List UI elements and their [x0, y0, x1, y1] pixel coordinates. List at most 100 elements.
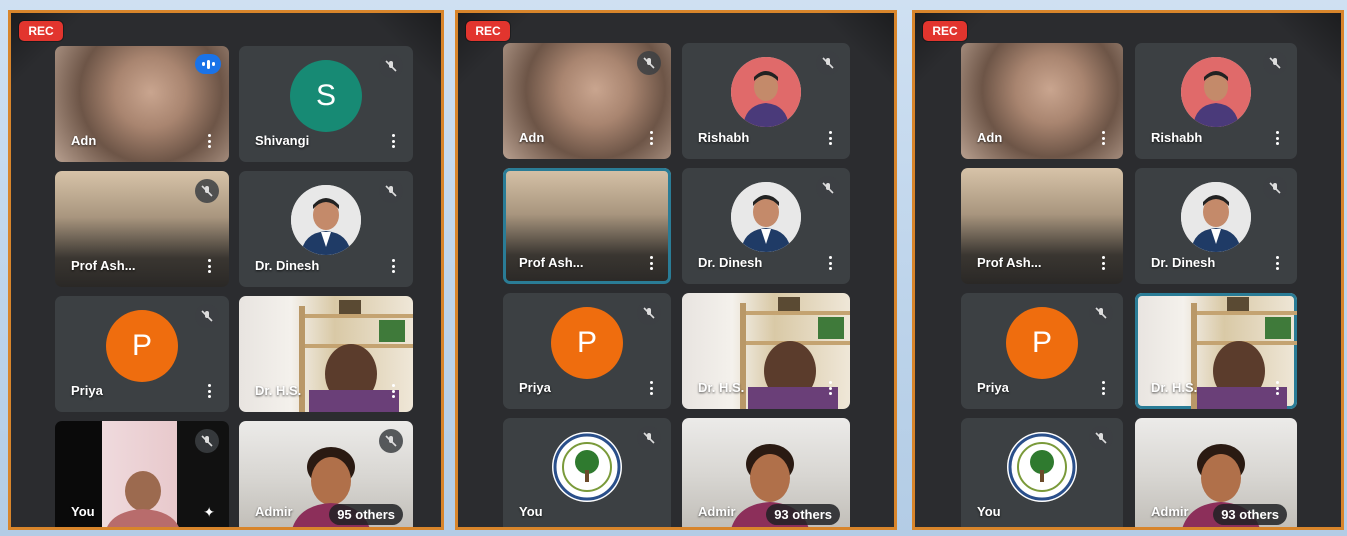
- institution-logo-icon: [1007, 431, 1077, 502]
- effects-icon[interactable]: ✦: [203, 504, 215, 521]
- more-options-icon[interactable]: [649, 381, 653, 395]
- participant-tile-admin[interactable]: Admir 93 others: [1135, 418, 1297, 527]
- more-options-icon[interactable]: [207, 259, 211, 273]
- participant-name: Adn: [71, 133, 97, 148]
- more-options-icon[interactable]: [649, 256, 653, 270]
- mic-off-icon: [637, 426, 661, 450]
- participant-tile-adn[interactable]: Adn: [55, 46, 229, 162]
- more-options-icon[interactable]: [649, 131, 653, 145]
- more-options-icon[interactable]: [391, 384, 395, 398]
- avatar: [291, 185, 361, 255]
- more-options-icon[interactable]: [1101, 131, 1105, 145]
- more-options-icon[interactable]: [1101, 381, 1105, 395]
- participant-tile-dr-dinesh[interactable]: Dr. Dinesh: [1135, 168, 1297, 284]
- more-options-icon[interactable]: [207, 384, 211, 398]
- participant-tile-you[interactable]: You: [503, 418, 671, 527]
- speaking-indicator-icon: [195, 54, 221, 74]
- meeting-screenshot-3: REC Adn Rishabh Prof Ash... Dr. Dinesh P…: [912, 10, 1344, 530]
- participant-tile-priya[interactable]: P Priya: [961, 293, 1123, 409]
- participant-name: Admir: [698, 504, 736, 519]
- participant-name: Adn: [977, 130, 1003, 145]
- more-options-icon[interactable]: [1275, 131, 1279, 145]
- participant-tile-admin[interactable]: Admir 95 others: [239, 421, 413, 527]
- mic-off-icon: [379, 54, 403, 78]
- mic-off-icon: [379, 179, 403, 203]
- others-count-badge[interactable]: 93 others: [766, 504, 840, 525]
- meeting-screenshot-2: REC Adn Rishabh Prof Ash... Dr. Dinesh P…: [455, 10, 897, 530]
- participant-tile-shivangi[interactable]: S Shivangi: [239, 46, 413, 162]
- mic-off-icon: [816, 176, 840, 200]
- participant-name: Shivangi: [255, 133, 310, 148]
- avatar: P: [106, 310, 178, 382]
- participant-tile-dr-hs[interactable]: Dr. H.S.: [1135, 293, 1297, 409]
- more-options-icon[interactable]: [828, 381, 832, 395]
- avatar: [1181, 182, 1251, 252]
- avatar: S: [290, 60, 362, 132]
- participant-name: Admir: [255, 504, 293, 519]
- more-options-icon[interactable]: [828, 131, 832, 145]
- participant-name: Dr. H.S.: [1151, 380, 1198, 395]
- institution-logo-icon: [552, 431, 622, 502]
- participant-name: You: [977, 504, 1001, 519]
- participant-name: You: [519, 504, 543, 519]
- mic-off-icon: [1089, 426, 1113, 450]
- participant-name: Priya: [977, 380, 1009, 395]
- participant-tile-dr-dinesh[interactable]: Dr. Dinesh: [682, 168, 850, 284]
- more-options-icon[interactable]: [391, 259, 395, 273]
- more-options-icon[interactable]: [1101, 256, 1105, 270]
- participant-tile-rishabh[interactable]: Rishabh: [1135, 43, 1297, 159]
- participant-name: Dr. Dinesh: [255, 258, 320, 273]
- participant-tile-adn[interactable]: Adn: [503, 43, 671, 159]
- participant-name: Dr. H.S.: [255, 383, 302, 398]
- mic-off-icon: [637, 51, 661, 75]
- recording-badge: REC: [19, 21, 63, 41]
- participant-tile-dr-dinesh[interactable]: Dr. Dinesh: [239, 171, 413, 287]
- recording-badge: REC: [466, 21, 510, 41]
- participant-name: Adn: [519, 130, 545, 145]
- participant-name: You: [71, 504, 95, 519]
- participant-name: Dr. Dinesh: [1151, 255, 1216, 270]
- mic-off-icon: [816, 51, 840, 75]
- more-options-icon[interactable]: [1275, 256, 1279, 270]
- participant-name: Priya: [519, 380, 551, 395]
- avatar: P: [1006, 307, 1078, 379]
- more-options-icon[interactable]: [391, 134, 395, 148]
- participant-name: Rishabh: [1151, 130, 1203, 145]
- others-count-badge[interactable]: 95 others: [329, 504, 403, 525]
- participant-name: Dr. Dinesh: [698, 255, 763, 270]
- participant-tile-dr-hs[interactable]: Dr. H.S.: [239, 296, 413, 412]
- participant-name: Dr. H.S.: [698, 380, 745, 395]
- participant-tile-rishabh[interactable]: Rishabh: [682, 43, 850, 159]
- participant-tile-priya[interactable]: P Priya: [55, 296, 229, 412]
- participant-tile-you[interactable]: You: [961, 418, 1123, 527]
- participant-tile-priya[interactable]: P Priya: [503, 293, 671, 409]
- mic-off-icon: [1263, 51, 1287, 75]
- avatar: [1181, 57, 1251, 127]
- participant-tile-you[interactable]: You ✦: [55, 421, 229, 527]
- recording-badge: REC: [923, 21, 967, 41]
- participant-name: Prof Ash...: [977, 255, 1042, 270]
- participant-tile-dr-hs[interactable]: Dr. H.S.: [682, 293, 850, 409]
- participant-tile-admin[interactable]: Admir 93 others: [682, 418, 850, 527]
- participant-name: Rishabh: [698, 130, 750, 145]
- avatar: [731, 182, 801, 252]
- participant-tile-prof-ash[interactable]: Prof Ash...: [961, 168, 1123, 284]
- participant-tile-prof-ash[interactable]: Prof Ash...: [55, 171, 229, 287]
- meeting-screenshot-1: REC Adn S Shivangi Prof Ash... Dr. Dines…: [8, 10, 444, 530]
- more-options-icon[interactable]: [1275, 381, 1279, 395]
- participant-name: Priya: [71, 383, 103, 398]
- avatar: [731, 57, 801, 127]
- participant-tile-adn[interactable]: Adn: [961, 43, 1123, 159]
- more-options-icon[interactable]: [207, 134, 211, 148]
- participant-name: Prof Ash...: [71, 258, 136, 273]
- mic-off-icon: [195, 179, 219, 203]
- participant-tile-prof-ash[interactable]: Prof Ash...: [503, 168, 671, 284]
- mic-off-icon: [1263, 176, 1287, 200]
- mic-off-icon: [1089, 301, 1113, 325]
- participant-name: Prof Ash...: [519, 255, 584, 270]
- more-options-icon[interactable]: [828, 256, 832, 270]
- mic-off-icon: [637, 301, 661, 325]
- mic-off-icon: [195, 304, 219, 328]
- avatar: P: [551, 307, 623, 379]
- others-count-badge[interactable]: 93 others: [1213, 504, 1287, 525]
